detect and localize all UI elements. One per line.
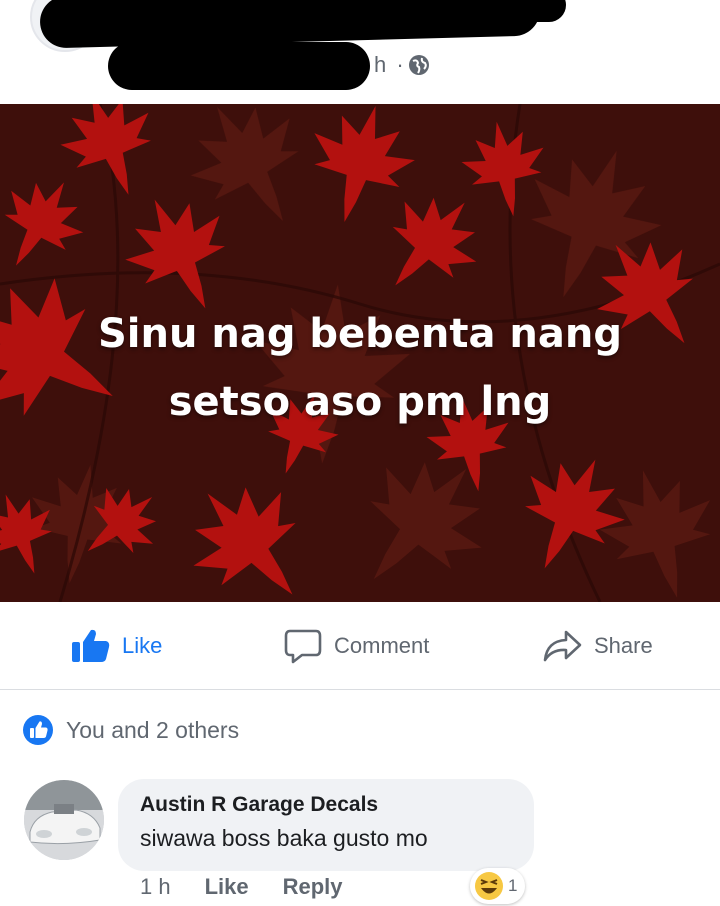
comment-bubble: Austin R Garage Decals siwawa boss baka …	[118, 779, 534, 871]
like-reaction-icon	[23, 715, 53, 745]
reactions-count-text: You and 2 others	[66, 716, 240, 743]
like-label: Like	[122, 633, 163, 658]
haha-emoji-icon	[475, 872, 503, 900]
comment-reaction-badge[interactable]: 1	[470, 868, 526, 904]
globe-icon	[409, 55, 429, 75]
commenter-avatar[interactable]	[24, 780, 104, 860]
post-header: h ·	[0, 0, 720, 104]
comment-reply-button[interactable]: Reply	[283, 874, 343, 900]
thumbs-up-icon	[72, 629, 110, 662]
car-photo-icon	[24, 780, 104, 860]
share-button[interactable]: Share	[542, 624, 653, 668]
redaction-bar	[378, 0, 566, 22]
reactions-summary[interactable]: You and 2 others	[22, 710, 239, 750]
post-timestamp: h ·	[374, 52, 406, 77]
comment-reaction-count: 1	[508, 876, 518, 895]
like-button[interactable]: Like	[70, 624, 162, 668]
share-label: Share	[594, 633, 653, 658]
share-arrow-icon	[543, 630, 582, 662]
comment-button[interactable]: Comment	[284, 624, 429, 668]
comment-text: siwawa boss baka gusto mo	[140, 825, 428, 851]
comment-like-button[interactable]: Like	[205, 874, 249, 900]
comment-icon	[284, 629, 322, 664]
comment-label: Comment	[334, 633, 430, 658]
post-action-bar: Like Comment Share	[0, 602, 720, 690]
comment-author[interactable]: Austin R Garage Decals	[140, 793, 512, 817]
post-text: Sinu nag bebenta nang setso aso pm lng	[97, 311, 623, 425]
comment-time: 1 h	[140, 874, 171, 899]
post-image[interactable]: Sinu nag bebenta nang setso aso pm lng	[0, 104, 720, 602]
comment-meta: 1 h Like Reply	[140, 874, 343, 900]
redaction-bar	[108, 42, 370, 90]
